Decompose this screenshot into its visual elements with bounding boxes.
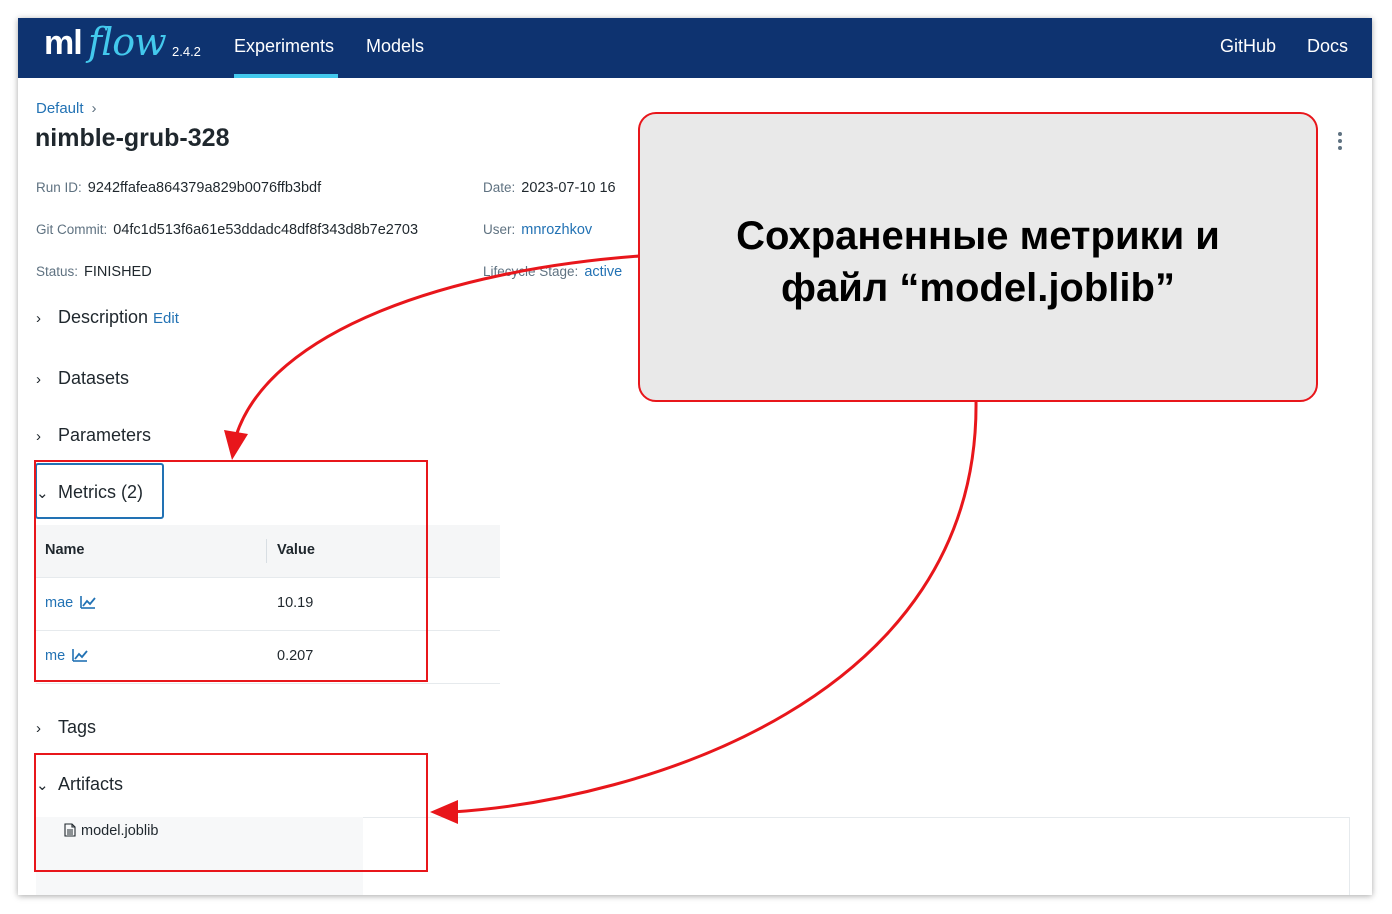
arrow-head-metrics — [224, 430, 248, 460]
arrow-to-artifacts — [451, 399, 978, 814]
annotation-callout: Сохраненные метрики и файл “model.joblib… — [638, 112, 1318, 402]
annotation-text: Сохраненные метрики и файл “model.joblib… — [640, 210, 1316, 314]
annotation-line-2: файл “model.joblib” — [781, 266, 1175, 310]
arrow-head-artifacts — [430, 800, 458, 824]
arrow-to-metrics — [234, 254, 641, 437]
annotation-line-1: Сохраненные метрики и — [736, 214, 1220, 258]
